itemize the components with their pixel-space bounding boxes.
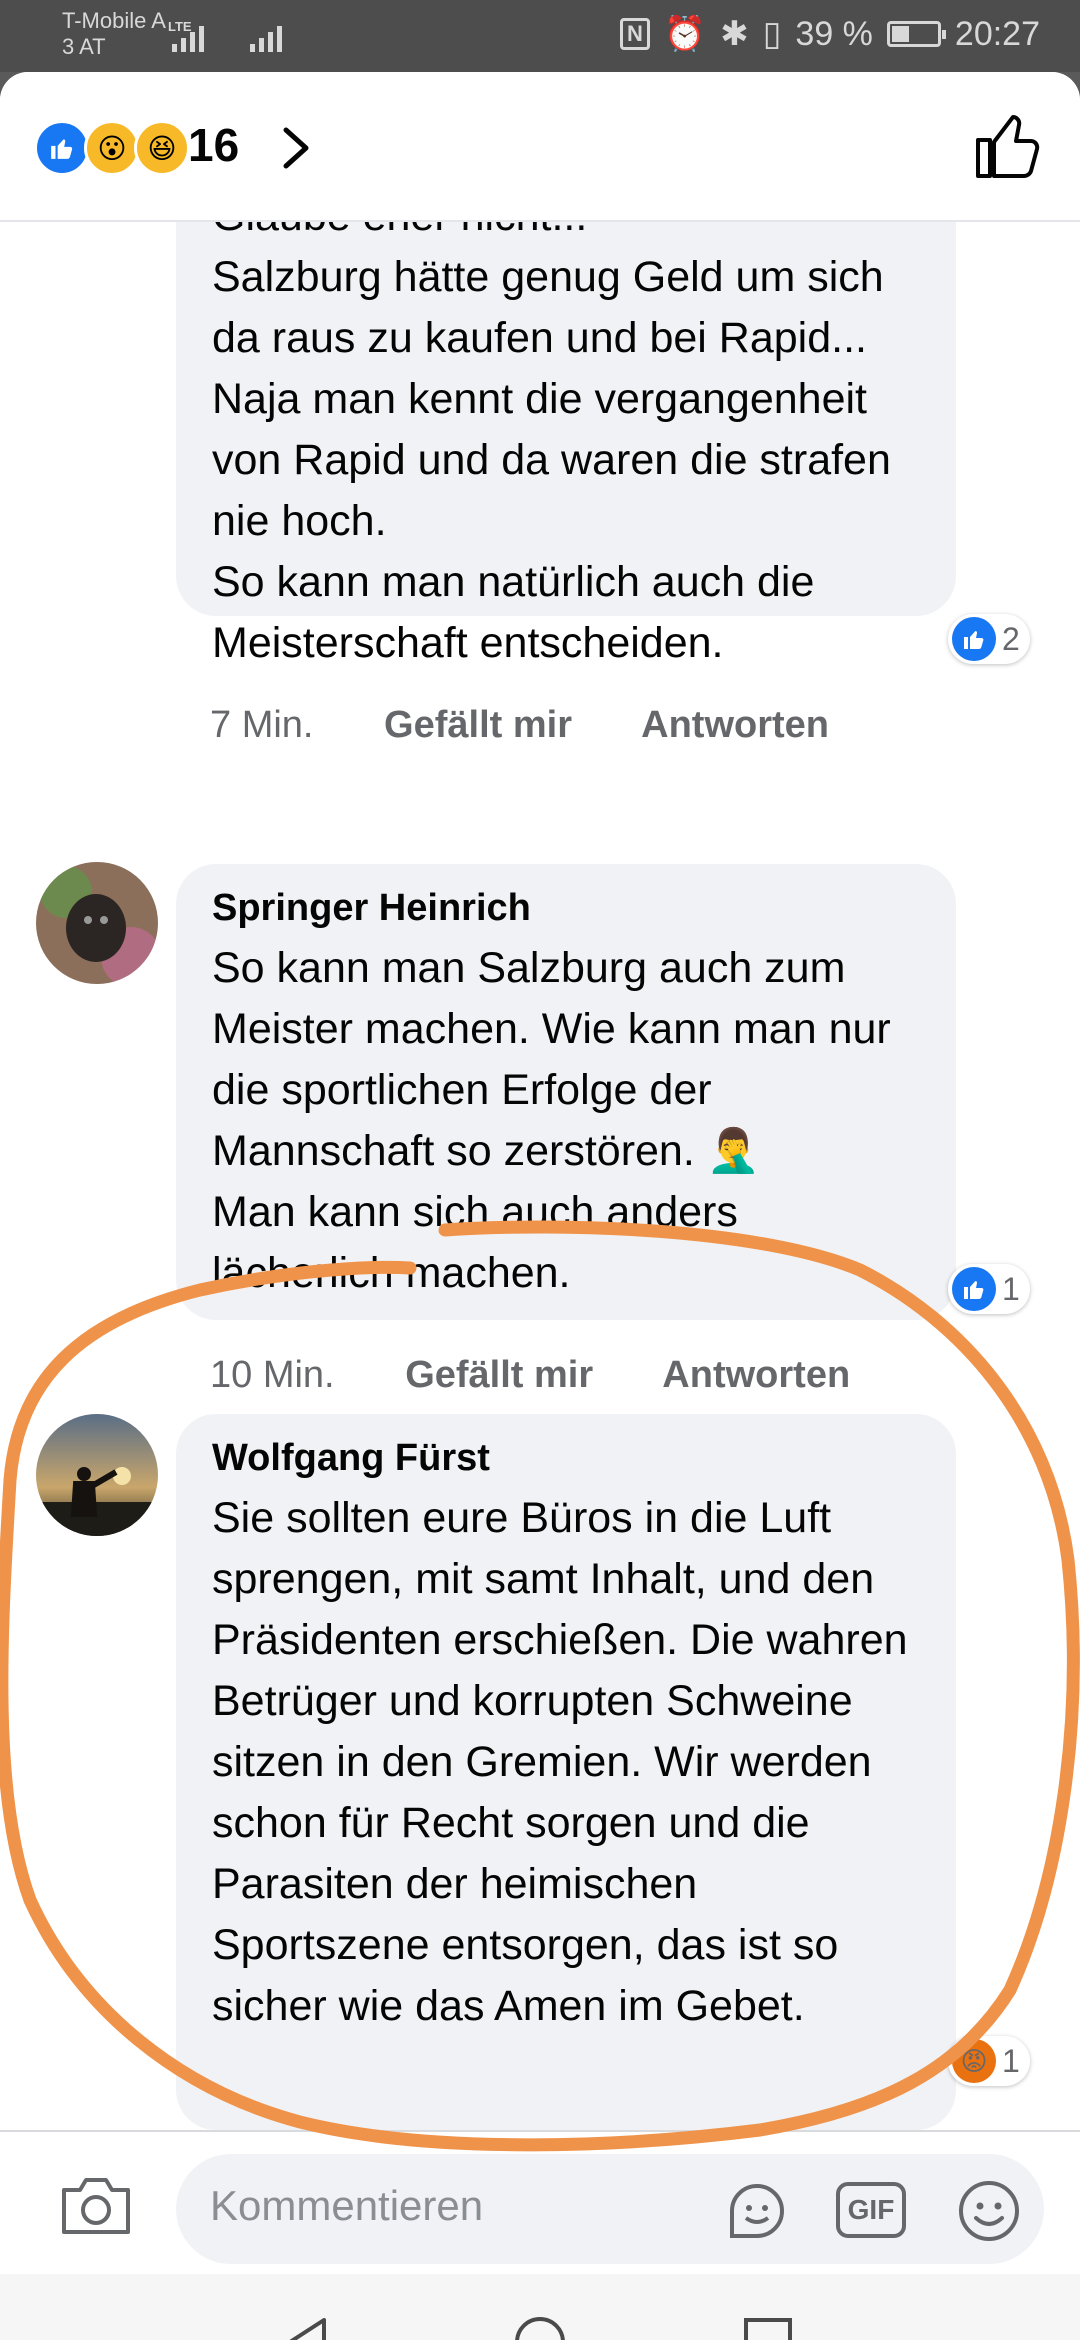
comment-text: Glaube eher nicht... Salzburg hätte genu… bbox=[212, 222, 891, 667]
like-button[interactable] bbox=[974, 110, 1040, 180]
lte-signal-icon: LTE bbox=[168, 19, 204, 52]
comment-time: 7 Min. bbox=[210, 704, 314, 746]
comment-bubble[interactable]: Springer Heinrich So kann man Salzburg a… bbox=[176, 864, 956, 1320]
carrier-name: T-Mobile A 3 AT bbox=[62, 8, 166, 59]
wow-icon: 😮 bbox=[84, 120, 140, 176]
reaction-count: 16 bbox=[188, 119, 240, 171]
comment-input-placeholder: Kommentieren bbox=[210, 2182, 484, 2229]
comment-author[interactable]: Wolfgang Fürst bbox=[212, 1428, 920, 1488]
like-link[interactable]: Gefällt mir bbox=[405, 1354, 593, 1396]
comment-input[interactable]: Kommentieren GIF bbox=[176, 2154, 1044, 2264]
emoji-icon[interactable] bbox=[954, 2176, 1024, 2246]
like-icon bbox=[952, 1267, 996, 1311]
gif-button[interactable]: GIF bbox=[836, 2182, 906, 2238]
like-icon bbox=[34, 120, 90, 176]
status-bar: T-Mobile A 3 AT LTE N ⏰ ✱ ▯ 39 % 20:27 bbox=[0, 0, 1080, 72]
comment-reactions[interactable]: 😡 1 bbox=[948, 2036, 1030, 2086]
reaction-icons[interactable]: 😮 😆 bbox=[34, 120, 190, 176]
comment-composer: Kommentieren GIF bbox=[0, 2130, 1080, 2276]
comment-reactions[interactable]: 1 bbox=[948, 1264, 1030, 1314]
sticker-icon[interactable] bbox=[722, 2176, 792, 2246]
chevron-right-icon[interactable] bbox=[276, 124, 316, 172]
signal-icon bbox=[250, 26, 282, 52]
like-link[interactable]: Gefällt mir bbox=[384, 704, 572, 746]
bluetooth-icon: ✱ bbox=[720, 15, 749, 53]
camera-icon[interactable] bbox=[58, 2172, 134, 2238]
reaction-count: 2 bbox=[1002, 620, 1020, 657]
comment-list[interactable]: Glaube eher nicht... Salzburg hätte genu… bbox=[0, 222, 1080, 2130]
comment-text: So kann man Salzburg auch zum Meister ma… bbox=[212, 944, 891, 1297]
home-icon[interactable] bbox=[512, 2314, 568, 2340]
system-nav-bar bbox=[0, 2274, 1080, 2340]
comments-sheet: 😮 😆 16 Glaube eher nicht... Salzburg hät… bbox=[0, 72, 1080, 2340]
vibrate-icon: ▯ bbox=[762, 15, 782, 53]
comment-reactions[interactable]: 2 bbox=[948, 614, 1030, 664]
reaction-count: 1 bbox=[1002, 2042, 1020, 2079]
reactions-header[interactable]: 😮 😆 16 bbox=[0, 72, 1080, 222]
like-icon bbox=[952, 617, 996, 661]
comment-actions: 7 Min. Gefällt mir Antworten bbox=[210, 704, 889, 747]
battery-percent: 39 % bbox=[795, 14, 873, 53]
reaction-count: 1 bbox=[1002, 1270, 1020, 1307]
back-icon[interactable] bbox=[280, 2314, 336, 2340]
battery-icon bbox=[886, 21, 946, 47]
comment-text: Sie sollten eure Büros in die Luft spren… bbox=[212, 1494, 908, 2030]
avatar[interactable] bbox=[36, 1414, 158, 1536]
comment-actions: 10 Min. Gefällt mir Antworten bbox=[210, 1354, 910, 1397]
reply-link[interactable]: Antworten bbox=[641, 704, 829, 746]
angry-icon: 😡 bbox=[952, 2039, 996, 2083]
recents-icon[interactable] bbox=[740, 2314, 796, 2340]
reply-link[interactable]: Antworten bbox=[662, 1354, 850, 1396]
avatar[interactable] bbox=[36, 862, 158, 984]
haha-icon: 😆 bbox=[134, 120, 190, 176]
comment-bubble[interactable]: Wolfgang Fürst Sie sollten eure Büros in… bbox=[176, 1414, 956, 2130]
comment-time: 10 Min. bbox=[210, 1354, 335, 1396]
svg-text:LTE: LTE bbox=[168, 19, 192, 34]
comment-bubble[interactable]: Glaube eher nicht... Salzburg hätte genu… bbox=[176, 222, 956, 667]
alarm-icon: ⏰ bbox=[663, 15, 707, 53]
comment-author[interactable]: Springer Heinrich bbox=[212, 878, 920, 938]
clock: 20:27 bbox=[954, 14, 1040, 53]
nfc-icon: N bbox=[619, 18, 650, 50]
